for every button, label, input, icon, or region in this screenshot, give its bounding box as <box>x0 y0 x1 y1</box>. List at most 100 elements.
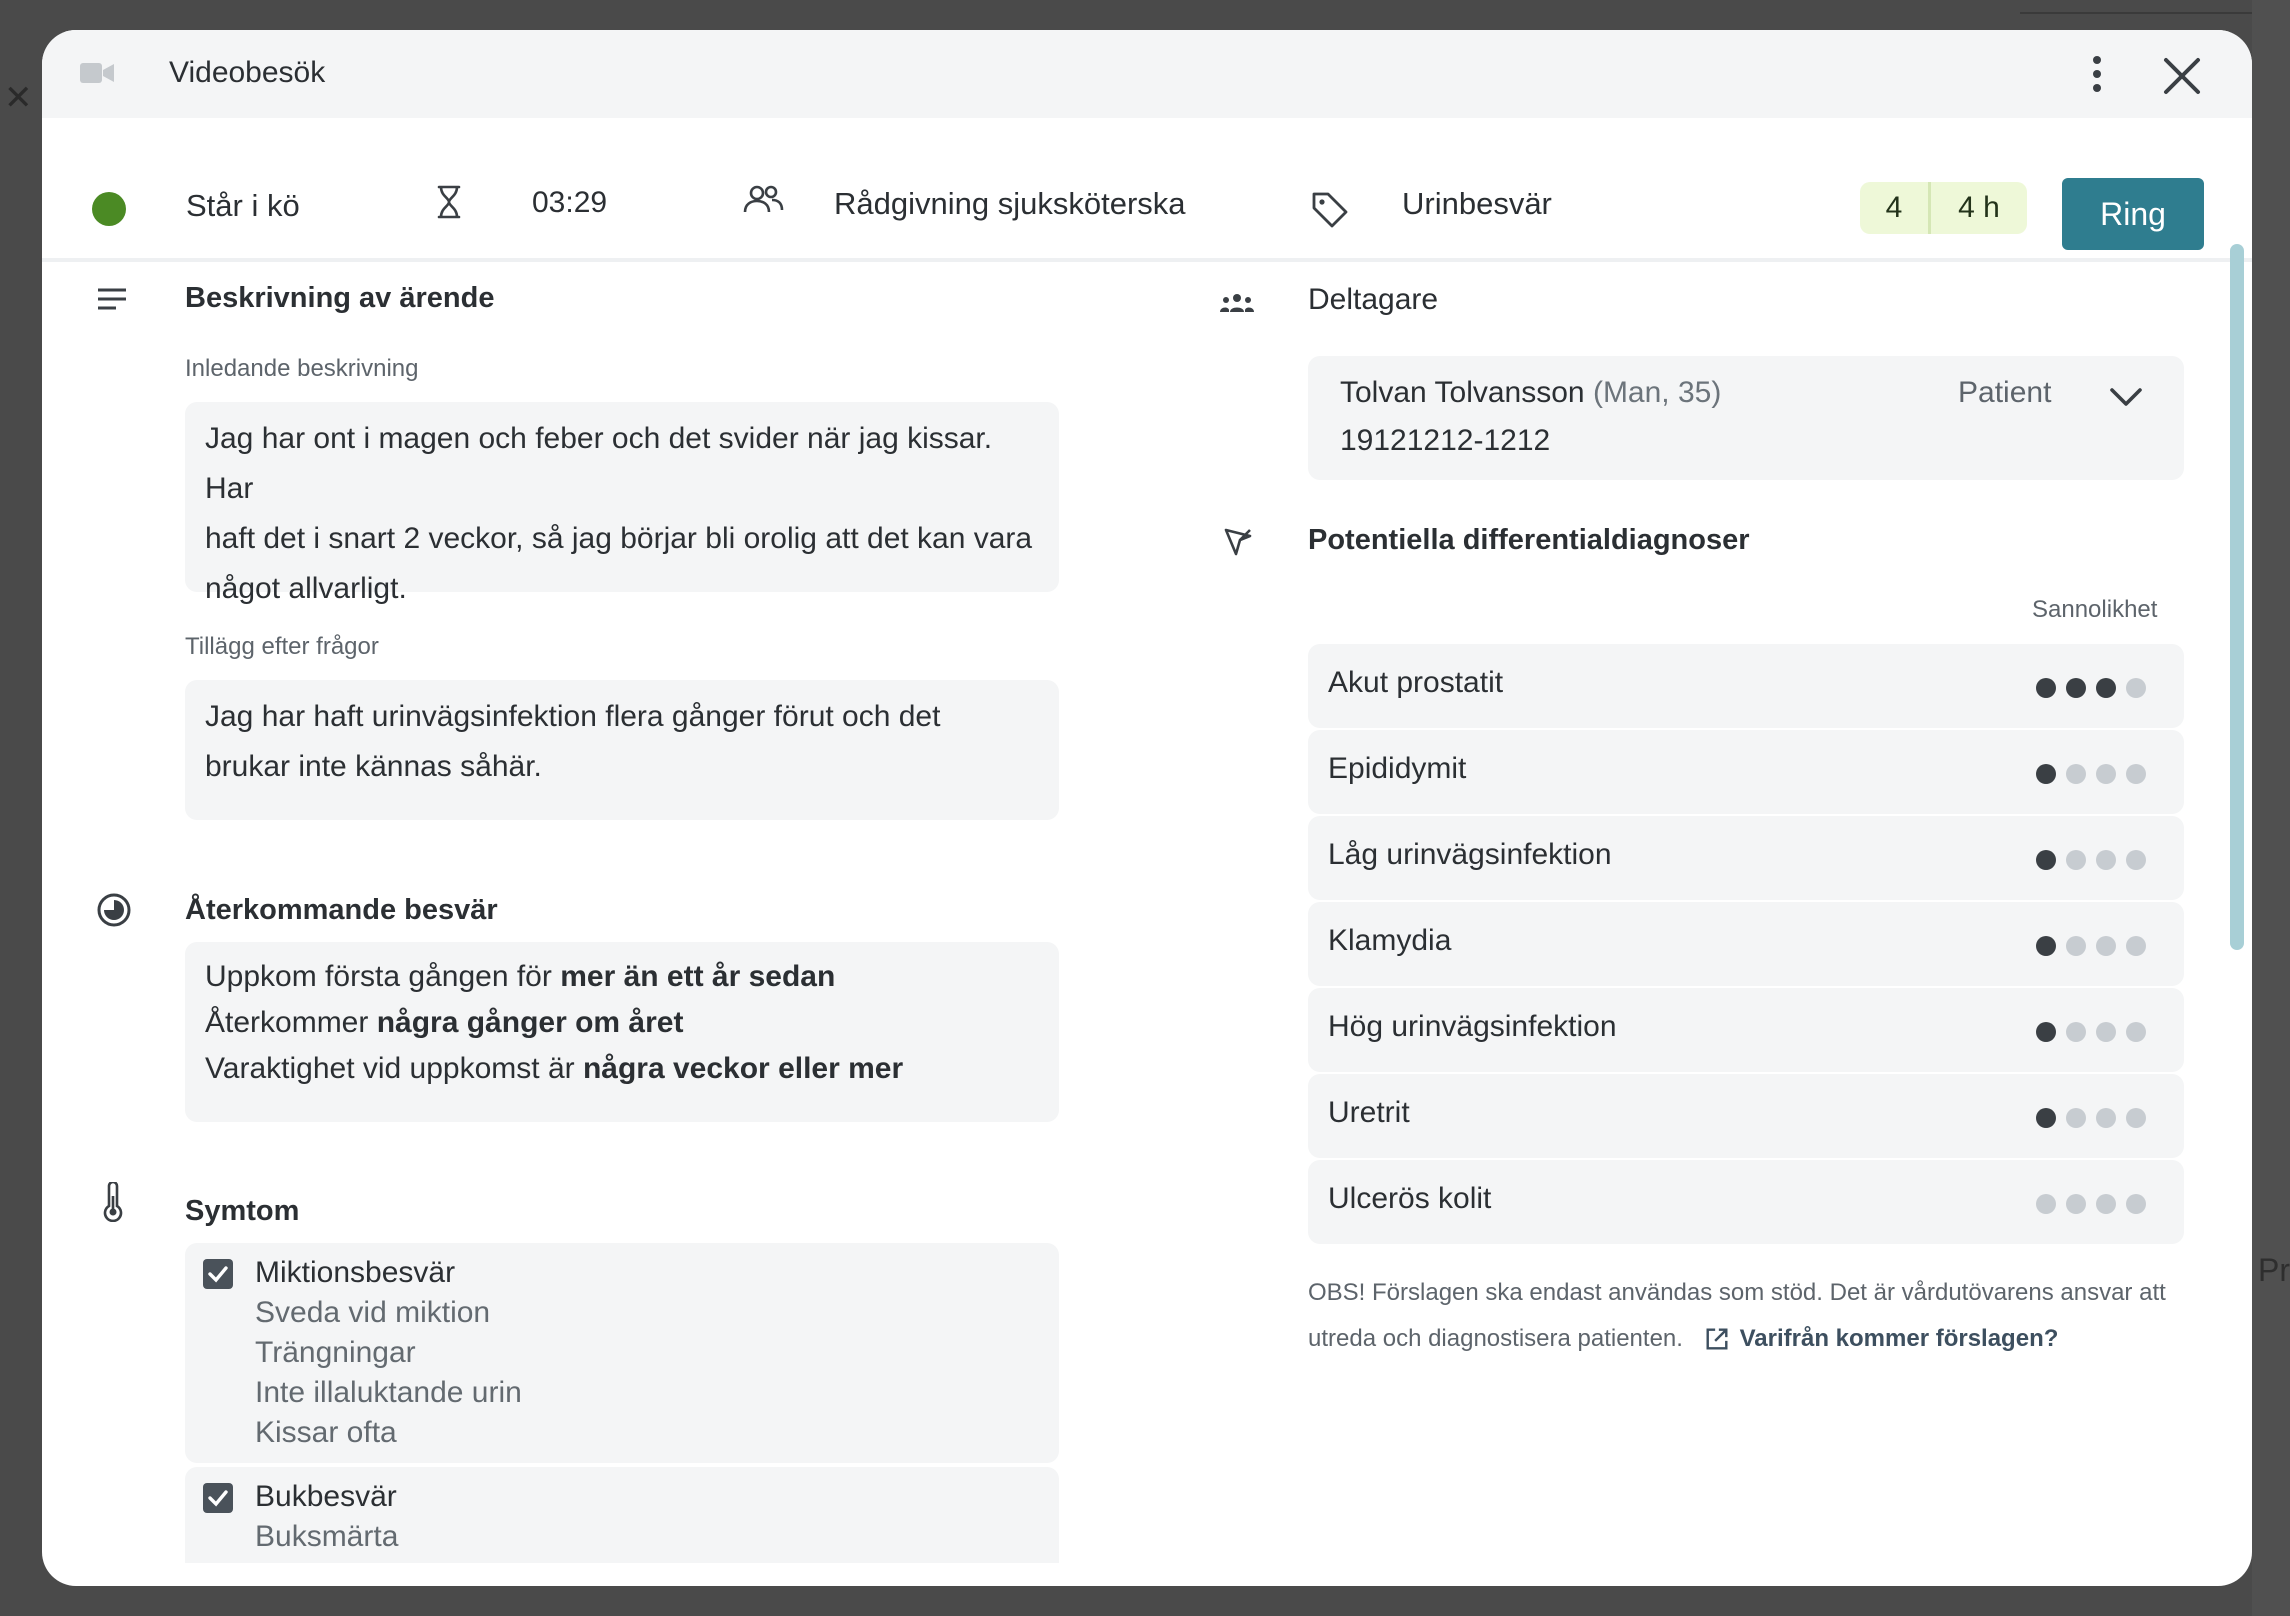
followup-line: brukar inte kännas såhär. <box>205 750 542 783</box>
probability-dot <box>2066 764 2086 784</box>
source-link[interactable]: Varifrån kommer förslagen? <box>1740 1325 2059 1352</box>
wait-time: 03:29 <box>532 186 608 219</box>
background-partial-text: Pr <box>2258 1252 2290 1288</box>
modal-titlebar: Videobesök <box>42 30 2252 118</box>
probability-dot <box>2096 764 2116 784</box>
diagnosis-name: Epididymit <box>1328 752 1467 785</box>
probability-dot <box>2096 1194 2116 1214</box>
disclaimer: OBS! Förslagen ska endast användas som s… <box>1308 1270 2184 1362</box>
diagnosis-name: Ulcerös kolit <box>1328 1182 1492 1215</box>
patient-name: Tolvan Tolvansson <box>1340 376 1585 409</box>
diagnosis-name: Hög urinvägsinfektion <box>1328 1010 1617 1043</box>
participants-icon <box>1220 294 1254 312</box>
participant-name-line: Tolvan Tolvansson (Man, 35) <box>1340 376 1721 410</box>
symptom-item: Sveda vid miktion <box>255 1296 491 1329</box>
probability-indicator <box>2036 936 2146 956</box>
probability-dot <box>2126 850 2146 870</box>
priority-badge: 4 4 h <box>1860 182 2027 234</box>
probability-dot <box>2096 678 2116 698</box>
followup-box: Jag har haft urinvägsinfektion flera gån… <box>185 680 1059 820</box>
probability-dot <box>2036 850 2056 870</box>
diagnosis-name: Akut prostatit <box>1328 666 1504 699</box>
followup-line: Jag har haft urinvägsinfektion flera gån… <box>205 700 941 733</box>
recurring-box: Uppkom första gången för mer än ett år s… <box>185 942 1059 1122</box>
recurring-clock-icon <box>97 893 131 927</box>
probability-dot <box>2066 678 2086 698</box>
symptom-group-title: Miktionsbesvär <box>255 1256 456 1289</box>
probability-dot <box>2096 936 2116 956</box>
priority-time: 4 h <box>1958 191 2000 224</box>
diagnosis-row: Klamydia <box>1308 902 2184 986</box>
symptom-item: Buksmärta <box>255 1520 399 1553</box>
modal-title: Videobesök <box>169 56 326 89</box>
probability-label: Sannolikhet <box>2032 596 2158 623</box>
symptom-group-title: Bukbesvär <box>255 1480 397 1513</box>
diagnosis-row: Akut prostatit <box>1308 644 2184 728</box>
symptom-item: Inte illaluktande urin <box>255 1376 522 1409</box>
probability-dot <box>2036 1108 2056 1128</box>
patient-id: 19121212-1212 <box>1340 424 1551 457</box>
recurring-line-value: några veckor eller mer <box>582 1052 904 1085</box>
probability-indicator <box>2036 1108 2146 1128</box>
status-indicator <box>92 192 126 226</box>
more-vertical-icon[interactable] <box>2088 54 2106 94</box>
tag-icon <box>1312 192 1348 228</box>
probability-dot <box>2036 764 2056 784</box>
checkbox-icon[interactable] <box>203 1259 233 1289</box>
initial-description-line: något allvarligt. <box>205 572 407 605</box>
case-tag: Urinbesvär <box>1402 186 1552 221</box>
probability-dot <box>2066 850 2086 870</box>
disclaimer-text: utreda och diagnostisera patienten. <box>1308 1325 1683 1352</box>
probability-dot <box>2126 936 2146 956</box>
diagnosis-row: Hög urinvägsinfektion <box>1308 988 2184 1072</box>
recurring-line: Uppkom första gången för mer än ett år s… <box>205 954 1039 1000</box>
video-visit-modal: Videobesök Står i kö 03:29 Rådgivning sj… <box>42 30 2252 1586</box>
initial-description-line: haft det i snart 2 veckor, så jag börjar… <box>205 522 1033 555</box>
disclaimer-line: OBS! Förslagen ska endast användas som s… <box>1308 1279 2166 1306</box>
priority-value: 4 <box>1860 182 1931 234</box>
symptom-item: Kissar ofta <box>255 1416 397 1449</box>
text-lines-icon <box>98 288 126 310</box>
initial-description-box: Jag har ont i magen och feber och det sv… <box>185 402 1059 605</box>
probability-dot <box>2066 1022 2086 1042</box>
checkbox-icon[interactable] <box>203 1483 233 1513</box>
status-text: Står i kö <box>186 188 300 223</box>
recurring-line-text: Återkommer <box>205 1006 377 1039</box>
queue-name: Rådgivning sjuksköterska <box>834 186 1186 221</box>
close-icon[interactable] <box>2162 56 2202 96</box>
probability-dot <box>2126 1108 2146 1128</box>
participant-card[interactable]: Tolvan Tolvansson (Man, 35) 19121212-121… <box>1308 356 2184 480</box>
recurring-line-value: några gånger om året <box>376 1006 684 1039</box>
probability-dot <box>2096 1022 2116 1042</box>
thermometer-icon <box>103 1182 123 1222</box>
participants-heading: Deltagare <box>1308 283 1439 316</box>
diagnosis-name: Låg urinvägsinfektion <box>1328 838 1612 871</box>
probability-indicator <box>2036 850 2146 870</box>
probability-indicator <box>2036 678 2146 698</box>
symptom-group: Miktionsbesvär Sveda vid miktion Trängni… <box>185 1243 1059 1463</box>
initial-description-label: Inledande beskrivning <box>185 355 419 382</box>
hourglass-icon <box>437 185 461 219</box>
chevron-down-icon[interactable] <box>2108 386 2144 410</box>
patient-meta: (Man, 35) <box>1592 376 1722 409</box>
diagnosis-row: Uretrit <box>1308 1074 2184 1158</box>
followup-label: Tillägg efter frågor <box>185 633 379 660</box>
status-bar: Står i kö 03:29 Rådgivning sjuksköterska… <box>42 118 2252 262</box>
external-link-icon[interactable] <box>1704 1326 1730 1352</box>
recurring-line: Återkommer några gånger om året <box>205 1000 1039 1046</box>
recurring-line-value: mer än ett år sedan <box>560 960 836 993</box>
probability-dot <box>2036 678 2056 698</box>
diagnosis-row: Epididymit <box>1308 730 2184 814</box>
probability-dot <box>2036 1022 2056 1042</box>
recurring-line-text: Varaktighet vid uppkomst är <box>205 1052 583 1085</box>
probability-dot <box>2126 764 2146 784</box>
background-right-panel <box>2252 0 2290 1616</box>
call-button[interactable]: Ring <box>2062 178 2204 250</box>
disclaimer-line-2: utreda och diagnostisera patienten. Vari… <box>1308 1316 2184 1362</box>
diagnosis-name: Klamydia <box>1328 924 1452 957</box>
symptoms-heading: Symtom <box>185 1195 300 1227</box>
background-close-icon: ✕ <box>4 79 33 117</box>
scrollbar-thumb[interactable] <box>2230 244 2244 950</box>
symptom-group: Bukbesvär Buksmärta <box>185 1467 1059 1563</box>
probability-dot <box>2066 1108 2086 1128</box>
